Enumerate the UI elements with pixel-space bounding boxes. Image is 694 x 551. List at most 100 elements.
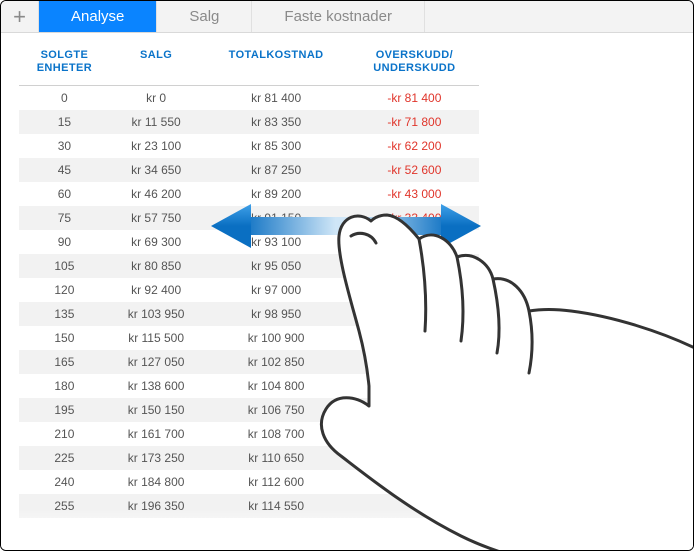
cell-units[interactable]: 165 bbox=[19, 350, 110, 374]
cell-cost[interactable]: kr 91 150 bbox=[202, 206, 349, 230]
cell-sales[interactable]: kr 57 750 bbox=[110, 206, 203, 230]
app-frame: + Analyse Salg Faste kostnader SOLGTE EN… bbox=[0, 0, 694, 551]
cell-sales[interactable]: kr 150 150 bbox=[110, 398, 203, 422]
cell-cost[interactable]: kr 81 400 bbox=[202, 86, 349, 111]
cell-sales[interactable]: kr 138 600 bbox=[110, 374, 203, 398]
cell-units[interactable]: 180 bbox=[19, 374, 110, 398]
cell-cost[interactable]: kr 98 950 bbox=[202, 302, 349, 326]
table-row[interactable]: 105kr 80 850kr 95 050-kr 14 200 bbox=[19, 254, 479, 278]
table-row[interactable]: 45kr 34 650kr 87 250-kr 52 600 bbox=[19, 158, 479, 182]
cell-units[interactable]: 75 bbox=[19, 206, 110, 230]
table-row[interactable]: 75kr 57 750kr 91 150-kr 33 400 bbox=[19, 206, 479, 230]
cell-cost[interactable]: kr 83 350 bbox=[202, 110, 349, 134]
cell-profit[interactable]: kr bbox=[350, 350, 479, 374]
cell-cost[interactable]: kr 95 050 bbox=[202, 254, 349, 278]
table-row[interactable]: 240kr 184 800kr 112 600 bbox=[19, 470, 479, 494]
cell-sales[interactable]: kr 173 250 bbox=[110, 446, 203, 470]
cell-sales[interactable]: kr 92 400 bbox=[110, 278, 203, 302]
cell-profit[interactable]: -kr 33 400 bbox=[350, 206, 479, 230]
cell-sales[interactable]: kr 103 950 bbox=[110, 302, 203, 326]
cell-units[interactable]: 105 bbox=[19, 254, 110, 278]
cell-sales[interactable]: kr 184 800 bbox=[110, 470, 203, 494]
table-row[interactable]: 225kr 173 250kr 110 650 bbox=[19, 446, 479, 470]
cell-cost[interactable]: kr 100 900 bbox=[202, 326, 349, 350]
tab-faste-kostnader[interactable]: Faste kostnader bbox=[252, 1, 425, 32]
cell-sales[interactable]: kr 115 500 bbox=[110, 326, 203, 350]
col-header-sales[interactable]: SALG bbox=[110, 43, 203, 86]
cell-profit[interactable] bbox=[350, 398, 479, 422]
col-header-units[interactable]: SOLGTE ENHETER bbox=[19, 43, 110, 86]
cell-sales[interactable]: kr 23 100 bbox=[110, 134, 203, 158]
table-row[interactable]: 30kr 23 100kr 85 300-kr 62 200 bbox=[19, 134, 479, 158]
tab-analyse[interactable]: Analyse bbox=[39, 1, 157, 32]
cell-cost[interactable]: kr 85 300 bbox=[202, 134, 349, 158]
cell-units[interactable]: 225 bbox=[19, 446, 110, 470]
cell-profit[interactable] bbox=[350, 494, 479, 518]
cell-sales[interactable]: kr 11 550 bbox=[110, 110, 203, 134]
cell-units[interactable]: 240 bbox=[19, 470, 110, 494]
cell-profit[interactable]: -kr 23 800 bbox=[350, 230, 479, 254]
cell-units[interactable]: 30 bbox=[19, 134, 110, 158]
col-header-cost[interactable]: TOTALKOSTNAD bbox=[202, 43, 349, 86]
cell-profit[interactable] bbox=[350, 302, 479, 326]
cell-profit[interactable]: -kr 52 600 bbox=[350, 158, 479, 182]
table-row[interactable]: 120kr 92 400kr 97 000 bbox=[19, 278, 479, 302]
cell-units[interactable]: 90 bbox=[19, 230, 110, 254]
table-row[interactable]: 15kr 11 550kr 83 350-kr 71 800 bbox=[19, 110, 479, 134]
add-tab-button[interactable]: + bbox=[1, 1, 39, 32]
cell-cost[interactable]: kr 93 100 bbox=[202, 230, 349, 254]
cell-units[interactable]: 255 bbox=[19, 494, 110, 518]
cell-units[interactable]: 120 bbox=[19, 278, 110, 302]
cell-sales[interactable]: kr 196 350 bbox=[110, 494, 203, 518]
cell-sales[interactable]: kr 0 bbox=[110, 86, 203, 111]
tab-salg[interactable]: Salg bbox=[157, 1, 252, 32]
cell-sales[interactable]: kr 46 200 bbox=[110, 182, 203, 206]
cell-cost[interactable]: kr 114 550 bbox=[202, 494, 349, 518]
table-row[interactable]: 0kr 0kr 81 400-kr 81 400 bbox=[19, 86, 479, 111]
cell-profit[interactable]: -kr 62 200 bbox=[350, 134, 479, 158]
cell-profit[interactable] bbox=[350, 278, 479, 302]
col-header-profit[interactable]: OVERSKUDD/ UNDERSKUDD bbox=[350, 43, 479, 86]
cell-cost[interactable]: kr 112 600 bbox=[202, 470, 349, 494]
cell-units[interactable]: 210 bbox=[19, 422, 110, 446]
cell-cost[interactable]: kr 104 800 bbox=[202, 374, 349, 398]
cell-profit[interactable] bbox=[350, 326, 479, 350]
cell-sales[interactable]: kr 127 050 bbox=[110, 350, 203, 374]
cell-cost[interactable]: kr 110 650 bbox=[202, 446, 349, 470]
cell-cost[interactable]: kr 89 200 bbox=[202, 182, 349, 206]
table-row[interactable]: 255kr 196 350kr 114 550 bbox=[19, 494, 479, 518]
table-row[interactable]: 150kr 115 500kr 100 900 bbox=[19, 326, 479, 350]
table-row[interactable]: 60kr 46 200kr 89 200-kr 43 000 bbox=[19, 182, 479, 206]
cell-cost[interactable]: kr 87 250 bbox=[202, 158, 349, 182]
cell-sales[interactable]: kr 161 700 bbox=[110, 422, 203, 446]
cell-units[interactable]: 135 bbox=[19, 302, 110, 326]
table-row[interactable]: 90kr 69 300kr 93 100-kr 23 800 bbox=[19, 230, 479, 254]
cell-cost[interactable]: kr 97 000 bbox=[202, 278, 349, 302]
cell-sales[interactable]: kr 80 850 bbox=[110, 254, 203, 278]
cell-units[interactable]: 60 bbox=[19, 182, 110, 206]
cell-cost[interactable]: kr 108 700 bbox=[202, 422, 349, 446]
table-container[interactable]: SOLGTE ENHETER SALG TOTALKOSTNAD OVERSKU… bbox=[1, 33, 693, 550]
table-row[interactable]: 195kr 150 150kr 106 750 bbox=[19, 398, 479, 422]
cell-units[interactable]: 0 bbox=[19, 86, 110, 111]
table-row[interactable]: 210kr 161 700kr 108 700 bbox=[19, 422, 479, 446]
cell-profit[interactable] bbox=[350, 446, 479, 470]
cell-profit[interactable]: -kr 14 200 bbox=[350, 254, 479, 278]
table-row[interactable]: 165kr 127 050kr 102 850kr bbox=[19, 350, 479, 374]
table-row[interactable]: 180kr 138 600kr 104 800 bbox=[19, 374, 479, 398]
cell-sales[interactable]: kr 34 650 bbox=[110, 158, 203, 182]
cell-profit[interactable] bbox=[350, 374, 479, 398]
cell-cost[interactable]: kr 102 850 bbox=[202, 350, 349, 374]
table-row[interactable]: 135kr 103 950kr 98 950 bbox=[19, 302, 479, 326]
cell-units[interactable]: 195 bbox=[19, 398, 110, 422]
cell-units[interactable]: 15 bbox=[19, 110, 110, 134]
cell-profit[interactable]: -kr 71 800 bbox=[350, 110, 479, 134]
cell-profit[interactable] bbox=[350, 470, 479, 494]
cell-profit[interactable]: -kr 43 000 bbox=[350, 182, 479, 206]
cell-profit[interactable] bbox=[350, 422, 479, 446]
cell-units[interactable]: 45 bbox=[19, 158, 110, 182]
cell-profit[interactable]: -kr 81 400 bbox=[350, 86, 479, 111]
cell-sales[interactable]: kr 69 300 bbox=[110, 230, 203, 254]
cell-cost[interactable]: kr 106 750 bbox=[202, 398, 349, 422]
cell-units[interactable]: 150 bbox=[19, 326, 110, 350]
